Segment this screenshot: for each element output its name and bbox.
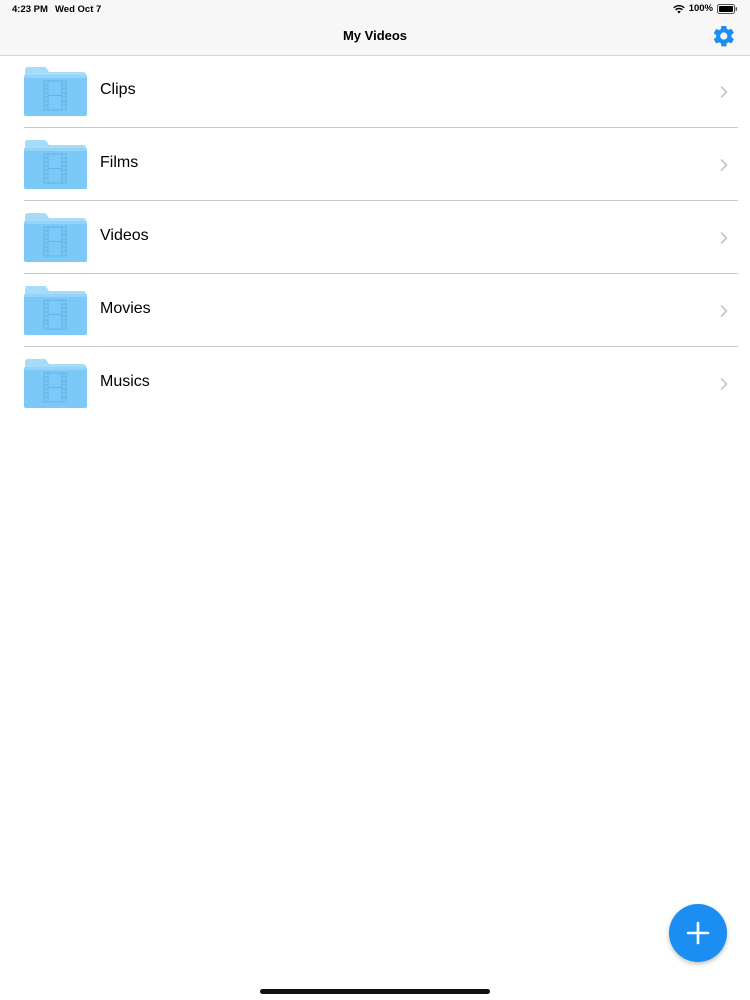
folder-film-icon (24, 212, 87, 262)
folder-label: Movies (100, 300, 151, 317)
folder-film-icon (24, 139, 87, 189)
add-folder-button[interactable] (669, 904, 727, 962)
chevron-right-icon (720, 85, 728, 98)
battery-percent: 100% (688, 3, 713, 14)
settings-button[interactable] (712, 24, 736, 48)
wifi-icon (672, 4, 685, 14)
battery-icon (717, 3, 738, 14)
navigation-bar: My Videos (0, 18, 750, 56)
home-indicator (260, 989, 490, 994)
folder-label: Clips (100, 81, 136, 98)
folder-label: Musics (100, 373, 150, 390)
chevron-right-icon (720, 158, 728, 171)
folder-label: Films (100, 154, 139, 171)
chevron-right-icon (720, 231, 728, 244)
folder-row-musics[interactable]: Musics (24, 347, 738, 419)
status-date: Wed Oct 7 (55, 4, 102, 15)
folder-row-movies[interactable]: Movies (24, 274, 738, 347)
plus-icon (686, 921, 710, 945)
folder-row-clips[interactable]: Clips (24, 55, 738, 128)
folder-label: Videos (100, 227, 149, 244)
folder-row-videos[interactable]: Videos (24, 201, 738, 274)
folder-row-films[interactable]: Films (24, 128, 738, 201)
folder-list: Clips Films Videos Movies Musics (24, 55, 738, 419)
status-indicators: 100% (672, 3, 738, 14)
gear-icon (713, 25, 734, 47)
screen: 4:23 PM Wed Oct 7 100% My Videos Clips F… (0, 0, 750, 1000)
status-bar: 4:23 PM Wed Oct 7 100% (0, 0, 750, 18)
chevron-right-icon (720, 304, 728, 317)
folder-film-icon (24, 285, 87, 335)
status-time: 4:23 PM (12, 4, 48, 15)
chevron-right-icon (720, 377, 728, 390)
folder-film-icon (24, 66, 87, 116)
folder-film-icon (24, 358, 87, 408)
page-title: My Videos (342, 28, 408, 43)
